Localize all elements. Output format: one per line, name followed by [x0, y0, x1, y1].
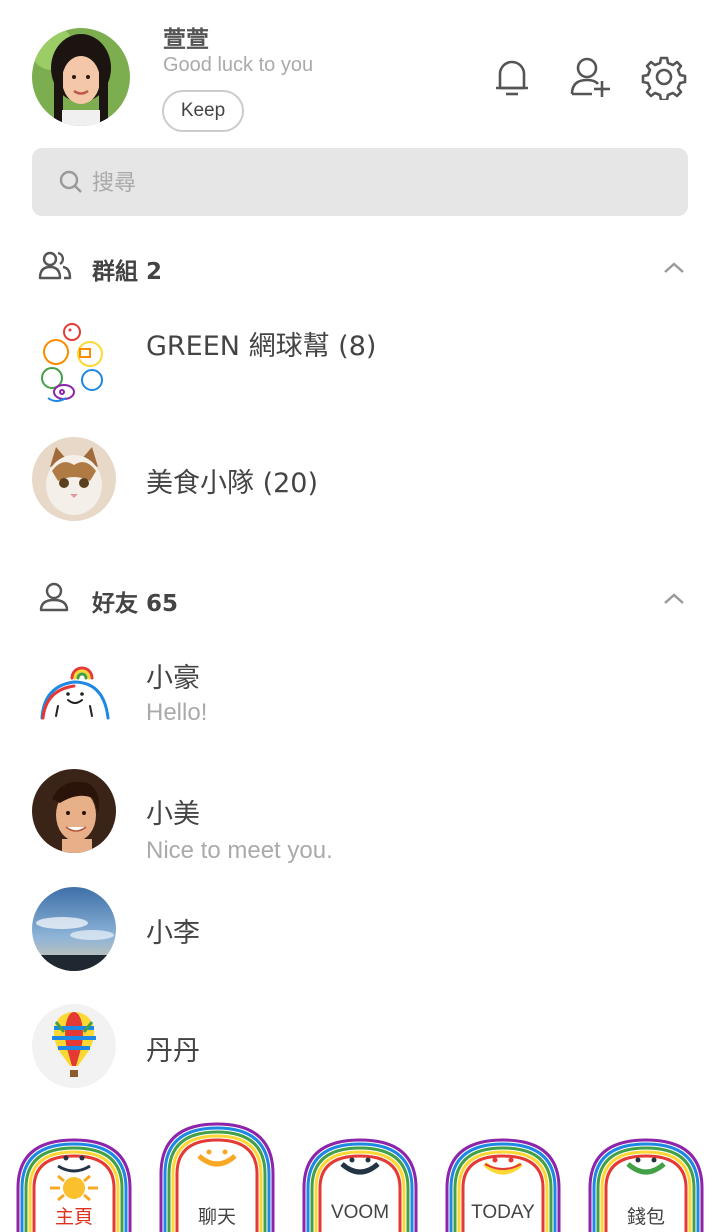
friend-avatar-balloon[interactable] [32, 1004, 116, 1088]
groups-section-title: 群組 2 [92, 259, 163, 285]
group-icon [38, 250, 72, 280]
friend-avatar-sky[interactable] [32, 887, 116, 971]
group-name[interactable]: GREEN 網球幫 (8) [146, 324, 376, 363]
group-avatar-green[interactable] [32, 316, 118, 406]
search-input[interactable]: 搜尋 [92, 165, 136, 197]
tab-voom-label: VOOM [330, 1202, 390, 1223]
tab-wallet-label: 錢包 [626, 1207, 665, 1228]
friend-name[interactable]: 小豪 [146, 656, 200, 695]
tab-today[interactable]: TODAY [443, 1136, 563, 1232]
friend-name[interactable]: 小美 [146, 792, 200, 831]
tab-home-label: 主頁 [54, 1207, 93, 1228]
friend-icon [38, 582, 70, 612]
friend-name[interactable]: 丹丹 [146, 1029, 200, 1068]
friend-avatar-photo[interactable] [32, 769, 116, 853]
tab-voom[interactable]: VOOM [300, 1136, 420, 1232]
friend-avatar-character[interactable] [34, 660, 118, 724]
settings-gear-icon[interactable] [641, 54, 687, 102]
keep-button[interactable]: Keep [162, 90, 244, 132]
collapse-friends-chevron-up-icon[interactable] [662, 587, 686, 611]
friend-status-message: Hello! [146, 699, 208, 726]
bell-icon[interactable] [489, 54, 535, 100]
tab-today-label: TODAY [471, 1202, 535, 1223]
collapse-groups-chevron-up-icon[interactable] [662, 256, 686, 280]
group-avatar-cat[interactable] [32, 437, 116, 521]
tab-chat[interactable]: 聊天 [157, 1122, 277, 1232]
friends-section-title: 好友 65 [92, 591, 179, 617]
profile-name: 萱萱 [163, 27, 209, 53]
tab-wallet[interactable]: 錢包 [586, 1136, 706, 1232]
friend-status-message: Nice to meet you. [146, 837, 333, 864]
tab-chat-label: 聊天 [197, 1207, 236, 1228]
add-friend-icon[interactable] [568, 54, 614, 100]
tab-home[interactable]: 主頁 [14, 1136, 134, 1232]
friend-name[interactable]: 小李 [146, 911, 200, 950]
search-icon [58, 169, 84, 195]
profile-avatar[interactable] [32, 28, 130, 126]
profile-status: Good luck to you [163, 54, 314, 76]
group-name[interactable]: 美食小隊 (20) [146, 461, 318, 500]
